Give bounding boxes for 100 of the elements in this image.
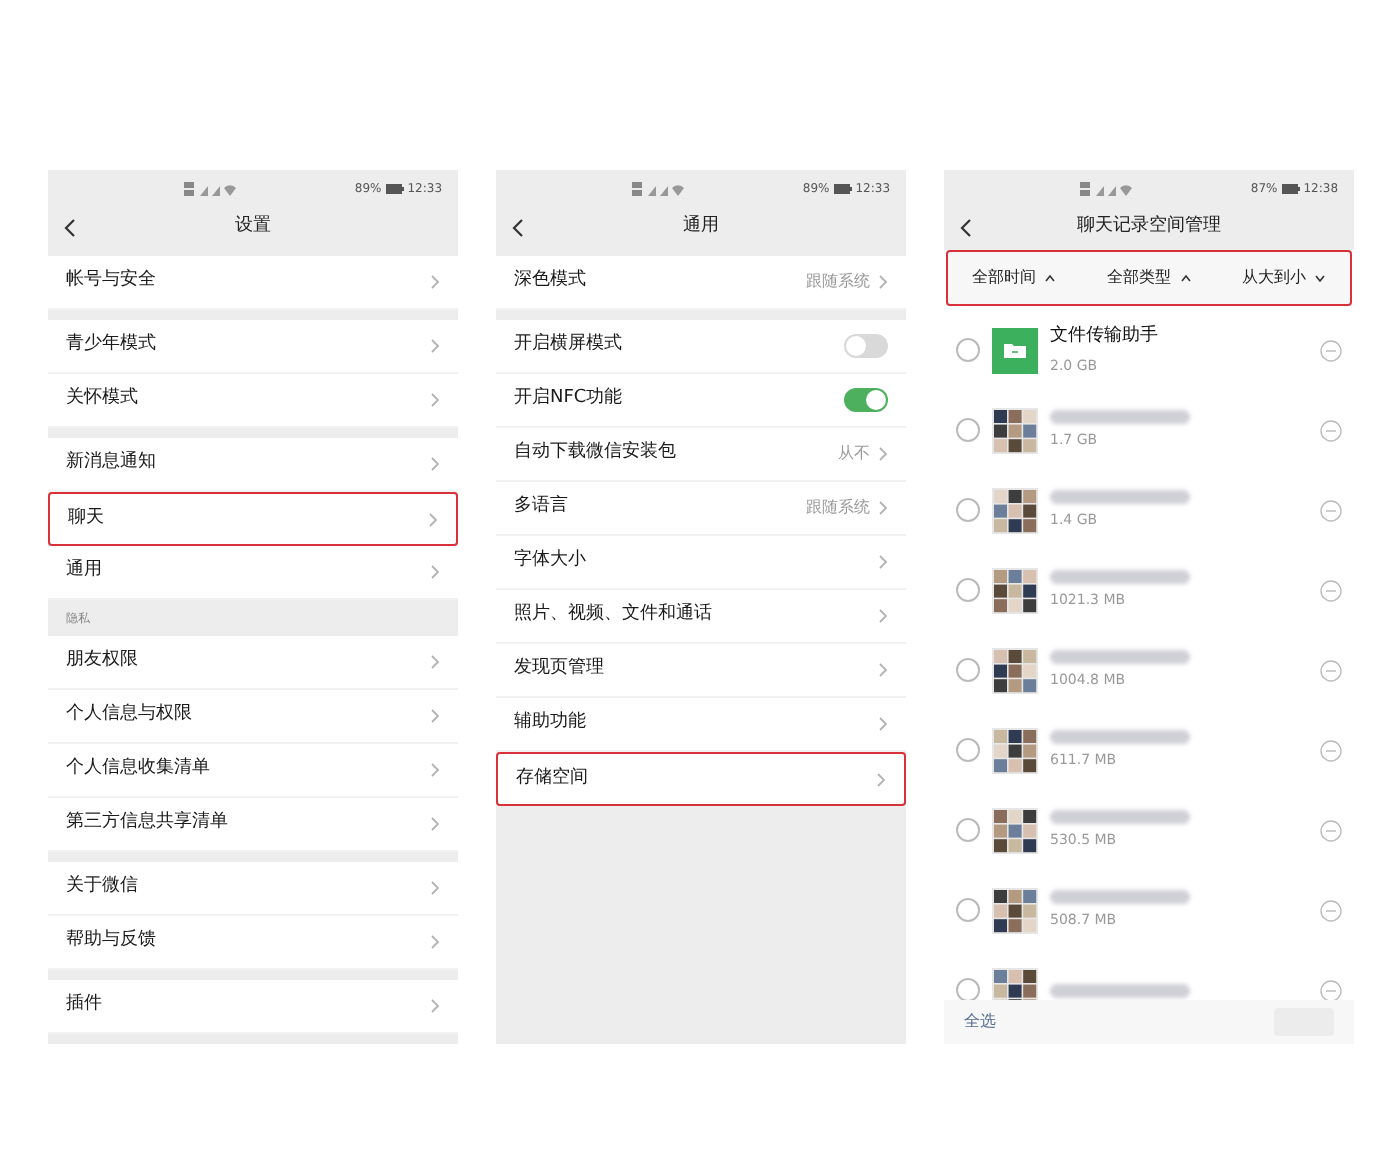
settings-row[interactable]: 聊天 [48,492,458,546]
settings-row[interactable]: 插件 [48,980,458,1034]
row-label: 自动下载微信安装包 [514,440,676,467]
row-label: 个人信息收集清单 [66,756,210,783]
select-radio[interactable] [956,578,980,602]
chevron-right-icon [430,456,440,472]
toggle-switch[interactable] [844,388,888,412]
row-label: 朋友权限 [66,648,138,675]
battery-icon [1281,183,1300,193]
row-label: 聊天 [68,505,104,532]
row-label: 帐号与安全 [66,268,156,295]
back-icon[interactable] [64,218,76,238]
settings-row[interactable]: 关于微信 [48,862,458,916]
row-label: 开启NFC功能 [514,386,623,413]
row-label: 帮助与反馈 [66,928,156,955]
row-label: 开启横屏模式 [514,332,622,359]
settings-row[interactable]: 深色模式 跟随系统 [496,256,906,310]
battery-icon [385,183,404,193]
chevron-right-icon [430,762,440,778]
filter-dropdown[interactable]: 从大到小 [1242,266,1326,290]
chevron-right-icon [428,511,438,527]
blurred-name [1050,809,1190,824]
setting-value: 跟随系统 [806,496,870,520]
page-title: 聊天记录空间管理 [1077,214,1221,241]
settings-row[interactable]: 字体大小 [496,536,906,590]
chevron-right-icon [878,608,888,624]
more-icon[interactable] [1320,579,1342,601]
caret-icon [1179,274,1191,282]
chevron-right-icon [878,274,888,290]
settings-row[interactable]: 开启横屏模式 [496,320,906,374]
blurred-name [1050,983,1190,997]
settings-row[interactable]: 开启NFC功能 [496,374,906,428]
row-label: 多语言 [514,494,568,521]
settings-row[interactable]: 朋友权限 [48,636,458,690]
settings-row[interactable]: 发现页管理 [496,644,906,698]
row-label: 插件 [66,992,102,1019]
chevron-right-icon [430,274,440,290]
folder-icon [1004,342,1026,358]
blurred-name [1050,569,1190,584]
select-radio[interactable] [956,898,980,922]
select-radio[interactable] [956,338,980,362]
settings-row[interactable]: 帮助与反馈 [48,916,458,970]
settings-row[interactable]: 个人信息收集清单 [48,744,458,798]
row-label: 第三方信息共享清单 [66,810,228,837]
more-icon[interactable] [1320,499,1342,521]
more-icon[interactable] [1320,819,1342,841]
select-radio[interactable] [956,818,980,842]
row-label: 照片、视频、文件和通话 [514,602,712,629]
settings-row[interactable]: 存储空间 [496,752,906,806]
select-radio[interactable] [956,418,980,442]
filter-dropdown[interactable]: 全部时间 [972,266,1056,290]
blurred-name [1050,729,1190,744]
setting-value: 跟随系统 [806,270,870,294]
more-icon[interactable] [1320,739,1342,761]
select-radio[interactable] [956,978,980,1000]
settings-row[interactable]: 辅助功能 [496,698,906,752]
toggle-switch[interactable] [844,334,888,358]
chevron-right-icon [876,771,886,787]
settings-row[interactable]: 新消息通知 [48,438,458,492]
chat-name: 文件传输助手 [1050,323,1160,349]
chevron-right-icon [878,716,888,732]
blurred-name [1050,889,1190,904]
more-icon[interactable] [1320,899,1342,921]
settings-row[interactable]: 自动下载微信安装包 从不 [496,428,906,482]
more-icon[interactable] [1320,419,1342,441]
row-label: 辅助功能 [514,710,586,737]
chevron-right-icon [878,662,888,678]
settings-row[interactable]: 青少年模式 [48,320,458,374]
setting-value: 从不 [838,442,870,466]
blurred-name [1050,489,1190,504]
page-title: 设置 [235,214,271,241]
settings-row[interactable]: 关怀模式 [48,374,458,428]
back-icon[interactable] [512,218,524,238]
chevron-right-icon [430,392,440,408]
row-label: 个人信息与权限 [66,702,192,729]
settings-row[interactable]: 第三方信息共享清单 [48,798,458,852]
chevron-right-icon [430,708,440,724]
settings-row[interactable]: 照片、视频、文件和通话 [496,590,906,644]
row-label: 发现页管理 [514,656,604,683]
chevron-right-icon [430,816,440,832]
filter-dropdown[interactable]: 全部类型 [1107,266,1191,290]
select-radio[interactable] [956,658,980,682]
settings-row[interactable]: 多语言 跟随系统 [496,482,906,536]
row-label: 关怀模式 [66,386,138,413]
settings-row[interactable]: 个人信息与权限 [48,690,458,744]
select-all-button[interactable]: 全选 [964,1010,996,1034]
row-label: 关于微信 [66,874,138,901]
row-label: 青少年模式 [66,332,156,359]
more-icon[interactable] [1320,979,1342,1000]
chevron-right-icon [430,564,440,580]
chevron-right-icon [878,554,888,570]
more-icon[interactable] [1320,339,1342,361]
back-icon[interactable] [960,218,972,238]
signal-icon [631,181,684,195]
settings-row[interactable]: 通用 [48,546,458,600]
more-icon[interactable] [1320,659,1342,681]
row-label: 新消息通知 [66,450,156,477]
select-radio[interactable] [956,738,980,762]
settings-row[interactable]: 帐号与安全 [48,256,458,310]
select-radio[interactable] [956,498,980,522]
